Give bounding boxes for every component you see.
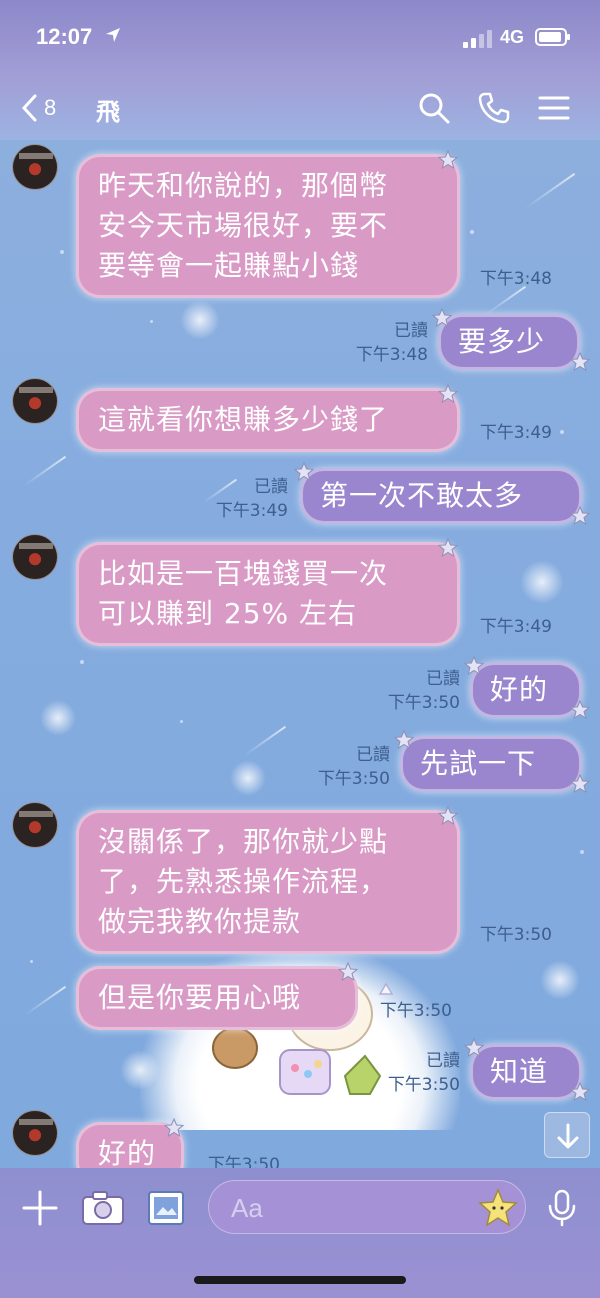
star-decoration-icon (464, 656, 484, 676)
avatar[interactable] (12, 534, 58, 580)
plus-icon[interactable] (20, 1188, 60, 1228)
incoming-message[interactable]: 但是你要用心哦 (76, 966, 358, 1030)
message-time: 下午3:50 (479, 925, 552, 945)
outgoing-message[interactable]: 先試一下 (400, 736, 582, 792)
back-button[interactable]: 8 (20, 92, 72, 124)
status-time: 12:07 (36, 24, 93, 49)
outgoing-message[interactable]: 好的 (470, 662, 582, 718)
chevron-left-icon (21, 94, 37, 122)
star-decoration-icon (570, 1082, 590, 1102)
message-time: 下午3:49 (215, 501, 288, 521)
location-arrow-icon (106, 28, 120, 42)
incoming-message[interactable]: 沒關係了，那你就少點 了，先熟悉操作流程， 做完我教你提款 (76, 810, 460, 954)
chat-title: 飛 (96, 98, 120, 126)
avatar[interactable] (12, 802, 58, 848)
phone-icon[interactable] (476, 90, 512, 126)
star-decoration-icon (438, 538, 458, 558)
star-decoration-icon (164, 1118, 184, 1138)
star-decoration-icon (570, 700, 590, 720)
incoming-message[interactable]: 昨天和你說的，那個幣 安今天市場很好，要不 要等會一起賺點小錢 (76, 154, 460, 298)
star-decoration-icon (438, 384, 458, 404)
star-decoration-icon (338, 962, 358, 982)
read-receipt: 已讀 (394, 321, 428, 341)
network-type: 4G (500, 27, 525, 47)
star-decoration-icon (294, 462, 314, 482)
signal-icon (463, 30, 492, 48)
hamburger-menu-icon[interactable] (536, 90, 572, 126)
star-decoration-icon (432, 308, 452, 328)
star-decoration-icon (570, 506, 590, 526)
search-icon[interactable] (416, 90, 452, 126)
avatar[interactable] (12, 144, 58, 190)
read-receipt: 已讀 (426, 669, 460, 689)
message-time: 下午3:50 (379, 1001, 452, 1021)
message-time: 下午3:50 (207, 1155, 280, 1168)
microphone-icon[interactable] (542, 1188, 582, 1228)
star-sticker-icon[interactable] (477, 1187, 519, 1229)
avatar[interactable] (12, 378, 58, 424)
home-indicator[interactable] (194, 1276, 406, 1284)
star-decoration-icon (438, 150, 458, 170)
unread-count: 8 (44, 95, 57, 120)
star-decoration-icon (570, 352, 590, 372)
status-bar: 12:07 4G (0, 0, 600, 80)
read-receipt: 已讀 (426, 1051, 460, 1071)
outgoing-message[interactable]: 第一次不敢太多 (300, 468, 582, 524)
message-time: 下午3:50 (387, 693, 460, 713)
message-time: 下午3:48 (355, 345, 428, 365)
message-time: 下午3:49 (479, 617, 552, 637)
message-time: 下午3:49 (479, 423, 552, 443)
outgoing-message[interactable]: 要多少 (438, 314, 580, 370)
chat-header: 8 飛 (0, 80, 600, 136)
message-time: 下午3:48 (479, 269, 552, 289)
star-decoration-icon (464, 1038, 484, 1058)
message-input-field[interactable] (208, 1180, 526, 1234)
top-bar: 12:07 4G 8 飛 (0, 0, 600, 140)
camera-icon[interactable] (80, 1188, 126, 1228)
outgoing-message[interactable]: 知道 (470, 1044, 582, 1100)
incoming-message[interactable]: 這就看你想賺多少錢了 (76, 388, 460, 452)
image-icon[interactable] (146, 1188, 186, 1228)
star-decoration-icon (394, 730, 414, 750)
star-decoration-icon (438, 806, 458, 826)
incoming-message[interactable]: 比如是一百塊錢買一次 可以賺到 25% 左右 (76, 542, 460, 646)
avatar[interactable] (12, 1110, 58, 1156)
message-list[interactable]: 昨天和你說的，那個幣 安今天市場很好，要不 要等會一起賺點小錢 下午3:48 要… (0, 138, 600, 1168)
arrow-down-icon (557, 1123, 579, 1149)
star-decoration-icon (570, 774, 590, 794)
message-time: 下午3:50 (317, 769, 390, 789)
message-input[interactable] (231, 1191, 461, 1225)
read-receipt: 已讀 (254, 477, 288, 497)
scroll-to-bottom-button[interactable] (544, 1112, 590, 1158)
read-receipt: 已讀 (356, 745, 390, 765)
message-time: 下午3:50 (387, 1075, 460, 1095)
input-bar (0, 1168, 600, 1298)
battery-icon (535, 28, 570, 46)
